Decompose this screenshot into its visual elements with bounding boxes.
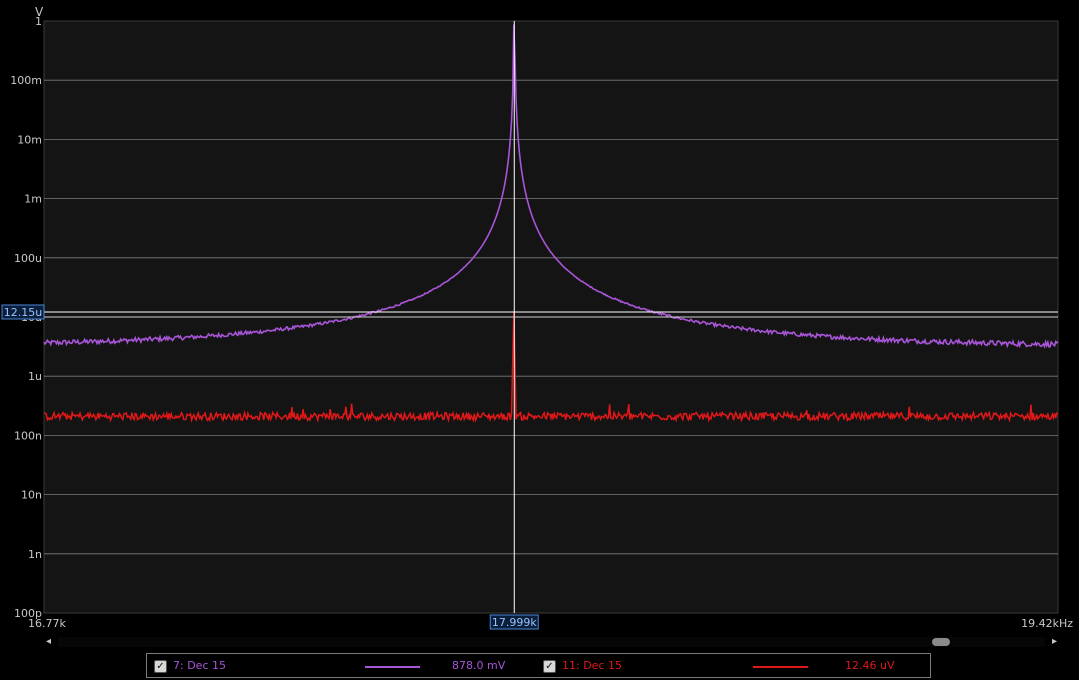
legend: ✓ 7: Dec 15 878.0 mV ✓ 11: Dec 15 12.46 …	[146, 653, 931, 678]
x-tick-end: 19.42kHz	[1021, 617, 1073, 630]
legend-label-series-11: 11: Dec 15	[562, 659, 622, 672]
x-tick-start: 16.77k	[28, 617, 66, 630]
scroll-right-arrow-icon[interactable]: ▸	[1052, 636, 1057, 648]
legend-swatch-series-7	[365, 666, 420, 668]
y-tick-label: 10m	[17, 133, 42, 146]
legend-label-series-7: 7: Dec 15	[173, 659, 226, 672]
spectrum-chart[interactable]: 1100m10m1m100u10u1u100n10n1n100p V 16.77…	[0, 0, 1079, 680]
y-tick-label: 1m	[24, 193, 42, 206]
series-11-checkbox[interactable]: ✓	[543, 660, 556, 673]
y-tick-label: 1u	[28, 370, 42, 383]
y-tick-label: 10n	[21, 489, 42, 502]
series-7-checkbox[interactable]: ✓	[154, 660, 167, 673]
horizontal-scrollbar[interactable]: ◂ ▸	[44, 634, 1059, 650]
scroll-thumb[interactable]	[932, 638, 950, 646]
y-tick-label: 1n	[28, 548, 42, 561]
scroll-left-arrow-icon[interactable]: ◂	[46, 636, 51, 648]
legend-value-series-11: 12.46 uV	[845, 659, 895, 672]
legend-value-series-7: 878.0 mV	[452, 659, 506, 672]
scroll-track[interactable]	[58, 637, 1045, 647]
cursor-x-readout: 17.999k	[492, 616, 537, 629]
legend-swatch-series-11	[753, 666, 808, 668]
cursor-y-readout: 12.15u	[4, 306, 42, 319]
y-tick-label: 100u	[14, 252, 42, 265]
y-tick-label: 100m	[10, 74, 42, 87]
y-tick-label: 100n	[14, 429, 42, 442]
y-axis-unit-label: V	[35, 5, 44, 19]
